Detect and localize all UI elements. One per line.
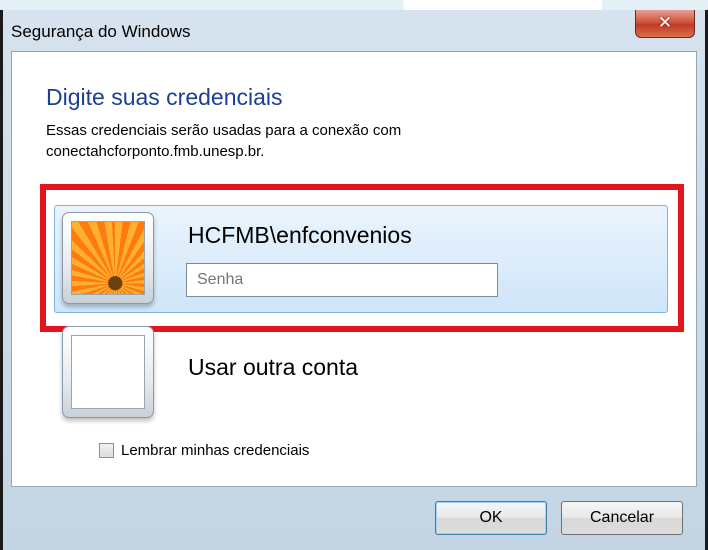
blank-avatar-icon [71,335,145,409]
remember-credentials-row[interactable]: Lembrar minhas credenciais [99,442,309,459]
password-field[interactable] [186,263,498,297]
cancel-button[interactable]: Cancelar [561,501,683,535]
title-bar[interactable]: Segurança do Windows ✕ [3,10,705,50]
credential-username: HCFMB\enfconvenios [188,222,412,248]
flower-avatar-icon [71,221,145,295]
ok-button[interactable]: OK [435,501,547,535]
remember-credentials-label[interactable]: Lembrar minhas credenciais [121,442,309,459]
dialog-footer: OK Cancelar [11,488,697,550]
use-other-account-tile[interactable]: Usar outra conta [188,354,358,381]
dialog-heading: Digite suas credenciais [46,84,283,110]
dialog-description-line1: Essas credenciais serão usadas para a co… [46,122,402,139]
other-account-avatar[interactable] [62,326,154,418]
close-button[interactable]: ✕ [635,10,695,38]
dialog-description-line2: conectahcforponto.fmb.unesp.br. [46,143,265,160]
remember-credentials-checkbox[interactable] [99,443,114,458]
user-avatar[interactable] [62,212,154,304]
window-title: Segurança do Windows [11,22,191,41]
close-icon: ✕ [657,13,673,33]
